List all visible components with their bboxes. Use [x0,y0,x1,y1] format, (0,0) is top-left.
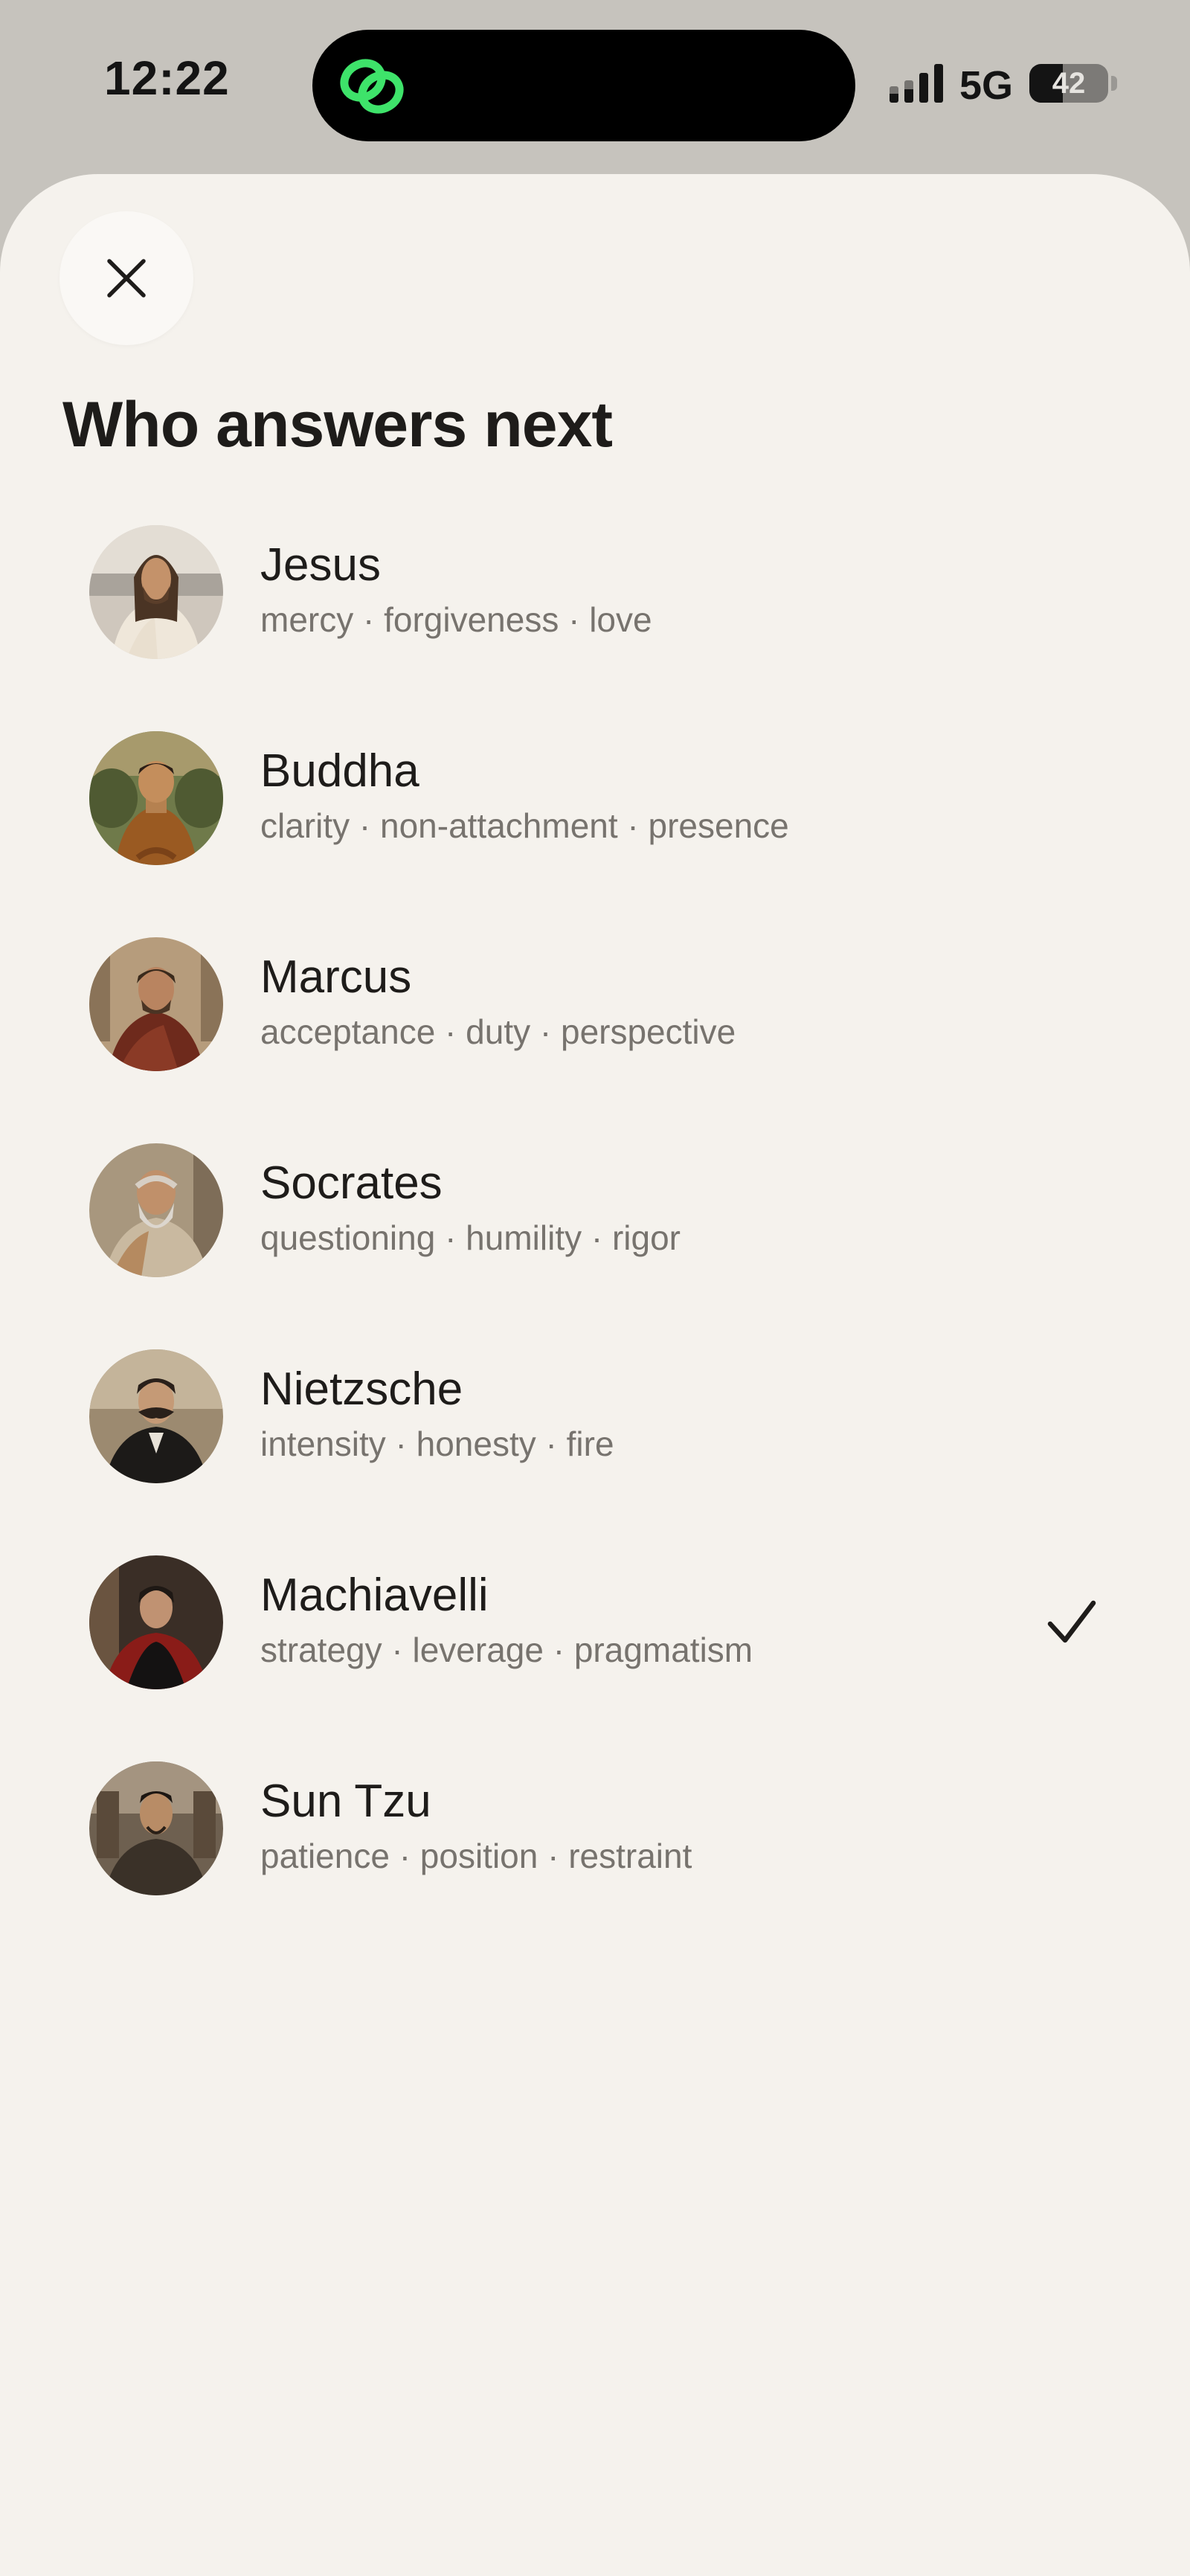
persona-name: Marcus [260,951,412,1003]
persona-name: Sun Tzu [260,1776,431,1827]
avatar [89,1143,223,1277]
link-icon [340,59,404,114]
persona-row-machiavelli[interactable]: Machiavelli strategy · leverage · pragma… [0,1555,1190,1761]
close-icon [107,259,146,298]
persona-row-jesus[interactable]: Jesus mercy · forgiveness · love [0,525,1190,731]
avatar [89,525,223,659]
status-time: 12:22 [104,51,230,105]
battery-cap [1111,76,1117,91]
persona-row-sun-tzu[interactable]: Sun Tzu patience · position · restraint [0,1761,1190,1968]
persona-traits: acceptance · duty · perspective [260,1012,736,1051]
battery-level: 42 [1052,67,1086,100]
persona-picker-sheet: Who answers next Jesus mercy · forgivene… [0,174,1190,2576]
avatar [89,731,223,865]
avatar [89,1555,223,1689]
persona-traits: questioning · humility · rigor [260,1218,681,1257]
persona-traits: clarity · non-attachment · presence [260,806,789,845]
check-icon [1047,1600,1096,1643]
persona-list: Jesus mercy · forgiveness · love Buddha [0,525,1190,1968]
status-bar: 12:22 5G 42 [0,0,1190,171]
persona-traits: patience · position · restraint [260,1837,692,1875]
persona-name: Jesus [260,539,381,591]
persona-name: Nietzsche [260,1364,463,1415]
persona-row-marcus[interactable]: Marcus acceptance · duty · perspective [0,937,1190,1143]
persona-traits: intensity · honesty · fire [260,1424,614,1463]
persona-traits: strategy · leverage · pragmatism [260,1631,753,1669]
persona-name: Socrates [260,1157,443,1209]
close-button[interactable] [60,211,193,345]
network-type: 5G [959,63,1014,108]
avatar [89,1761,223,1895]
avatar [89,1349,223,1483]
persona-name: Buddha [260,745,419,797]
avatar [89,937,223,1071]
persona-traits: mercy · forgiveness · love [260,600,652,639]
persona-row-nietzsche[interactable]: Nietzsche intensity · honesty · fire [0,1349,1190,1555]
signal-icon [890,64,943,103]
dynamic-island [312,30,855,141]
persona-row-socrates[interactable]: Socrates questioning · humility · rigor [0,1143,1190,1349]
persona-row-buddha[interactable]: Buddha clarity · non-attachment · presen… [0,731,1190,937]
page-title: Who answers next [62,389,613,460]
battery-icon: 42 [1029,64,1108,103]
persona-name: Machiavelli [260,1570,489,1621]
